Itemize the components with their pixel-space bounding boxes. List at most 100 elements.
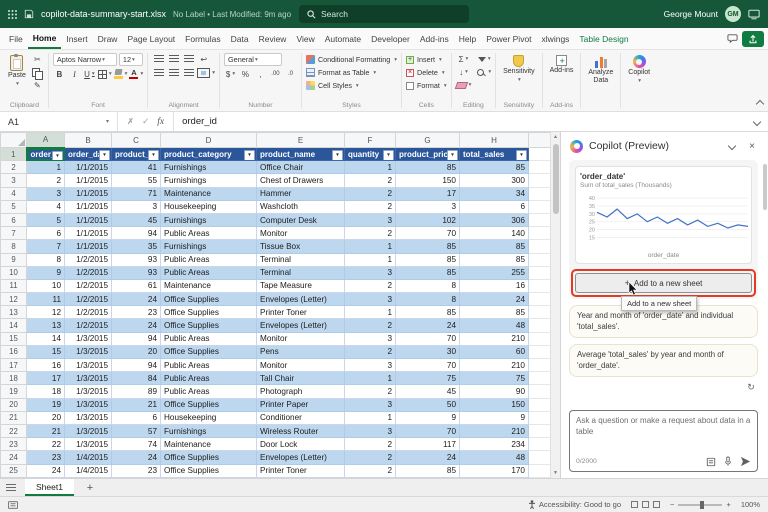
cell[interactable]: 75 bbox=[396, 372, 460, 385]
cell[interactable]: Monitor bbox=[257, 227, 345, 240]
cell[interactable]: 4 bbox=[27, 200, 65, 213]
cell[interactable]: 170 bbox=[460, 464, 529, 477]
sheet-tab-sheet1[interactable]: Sheet1 bbox=[25, 479, 74, 496]
cell[interactable]: 13 bbox=[27, 319, 65, 332]
cell[interactable]: 45 bbox=[112, 213, 161, 226]
row-header-12[interactable]: 12 bbox=[1, 293, 27, 306]
cell[interactable]: Housekeeping bbox=[161, 200, 257, 213]
font-name-combo[interactable]: Aptos Narrow bbox=[53, 53, 117, 66]
cell[interactable]: 3 bbox=[345, 293, 396, 306]
app-launcher-icon[interactable] bbox=[8, 10, 17, 19]
row-header-5[interactable]: 5 bbox=[1, 200, 27, 213]
cell[interactable]: 85 bbox=[396, 464, 460, 477]
cell[interactable]: Housekeeping bbox=[161, 411, 257, 424]
cell[interactable]: 1/3/2015 bbox=[65, 385, 112, 398]
sheet-grid[interactable]: ABCDEFGH1order_id▾order_date▾product_id▾… bbox=[0, 132, 551, 478]
align-bottom-button[interactable] bbox=[182, 53, 195, 65]
cell[interactable]: 2 bbox=[27, 174, 65, 187]
filter-dropdown-icon[interactable]: ▾ bbox=[383, 150, 394, 161]
cell[interactable]: 55 bbox=[112, 174, 161, 187]
cell[interactable]: Public Areas bbox=[161, 385, 257, 398]
cell[interactable]: Photograph bbox=[257, 385, 345, 398]
cell[interactable]: 24 bbox=[396, 319, 460, 332]
tab-developer[interactable]: Developer bbox=[366, 28, 415, 49]
cell[interactable]: Washcloth bbox=[257, 200, 345, 213]
cell[interactable]: Computer Desk bbox=[257, 213, 345, 226]
fill-color-button[interactable] bbox=[114, 68, 128, 80]
tab-power-pivot[interactable]: Power Pivot bbox=[481, 28, 536, 49]
tab-add-ins[interactable]: Add-ins bbox=[415, 28, 454, 49]
cell[interactable]: 93 bbox=[112, 253, 161, 266]
cell[interactable]: Conditioner bbox=[257, 411, 345, 424]
cell[interactable]: 1/3/2015 bbox=[65, 398, 112, 411]
cell[interactable]: Public Areas bbox=[161, 372, 257, 385]
cell[interactable]: 21 bbox=[112, 398, 161, 411]
normal-view-icon[interactable] bbox=[631, 501, 638, 508]
cell[interactable]: 1/3/2015 bbox=[65, 424, 112, 437]
cell[interactable]: 1/3/2015 bbox=[65, 332, 112, 345]
cell[interactable]: 5 bbox=[27, 213, 65, 226]
cell[interactable]: Terminal bbox=[257, 266, 345, 279]
cell[interactable]: 1/1/2015 bbox=[65, 161, 112, 174]
cell[interactable]: Furnishings bbox=[161, 424, 257, 437]
cell[interactable]: 22 bbox=[27, 438, 65, 451]
tab-help[interactable]: Help bbox=[454, 28, 481, 49]
cell[interactable]: Printer Toner bbox=[257, 464, 345, 477]
cell[interactable]: 8 bbox=[396, 293, 460, 306]
italic-button[interactable]: I bbox=[68, 68, 81, 80]
column-header-G[interactable]: G bbox=[396, 133, 460, 148]
cell[interactable]: 6 bbox=[460, 200, 529, 213]
cell[interactable]: 210 bbox=[460, 424, 529, 437]
cell[interactable]: 1/3/2015 bbox=[65, 438, 112, 451]
cell[interactable]: 6 bbox=[27, 227, 65, 240]
cell[interactable]: 14 bbox=[27, 332, 65, 345]
cell[interactable]: 3 bbox=[345, 266, 396, 279]
cell[interactable]: 16 bbox=[460, 279, 529, 292]
copilot-button[interactable]: Copilot bbox=[625, 53, 653, 86]
cell[interactable]: 3 bbox=[345, 213, 396, 226]
cell[interactable]: 1/1/2015 bbox=[65, 187, 112, 200]
tab-view[interactable]: View bbox=[291, 28, 319, 49]
header-cell-product_id[interactable]: product_id▾ bbox=[112, 148, 161, 161]
filter-dropdown-icon[interactable]: ▾ bbox=[332, 150, 343, 161]
accessibility-status[interactable]: Accessibility: Good to go bbox=[528, 500, 621, 509]
row-header-8[interactable]: 8 bbox=[1, 240, 27, 253]
filter-dropdown-icon[interactable]: ▾ bbox=[516, 150, 527, 161]
percent-button[interactable]: % bbox=[239, 68, 252, 80]
tab-automate[interactable]: Automate bbox=[320, 28, 366, 49]
cell[interactable]: 3 bbox=[345, 424, 396, 437]
cell[interactable]: 24 bbox=[112, 319, 161, 332]
cell[interactable]: Office Supplies bbox=[161, 345, 257, 358]
cell[interactable]: 6 bbox=[112, 411, 161, 424]
tab-data[interactable]: Data bbox=[226, 28, 254, 49]
wrap-text-button[interactable]: ↩ bbox=[197, 53, 210, 65]
prompt-guide-icon[interactable] bbox=[706, 457, 716, 467]
cell[interactable]: 1/3/2015 bbox=[65, 345, 112, 358]
cell[interactable]: 1/4/2015 bbox=[65, 464, 112, 477]
cell[interactable]: 85 bbox=[396, 266, 460, 279]
cell[interactable]: 3 bbox=[345, 359, 396, 372]
formula-bar-expand-icon[interactable] bbox=[746, 119, 768, 125]
merge-center-button[interactable] bbox=[197, 67, 215, 79]
column-header-D[interactable]: D bbox=[161, 133, 257, 148]
cell[interactable]: 24 bbox=[112, 451, 161, 464]
row-header-2[interactable]: 2 bbox=[1, 161, 27, 174]
format-cells-button[interactable]: Format bbox=[406, 79, 447, 92]
font-color-button[interactable]: A bbox=[129, 68, 143, 80]
cell[interactable]: 3 bbox=[345, 398, 396, 411]
row-header-4[interactable]: 4 bbox=[1, 187, 27, 200]
document-meta[interactable]: No Label • Last Modified: 9m ago bbox=[173, 10, 291, 19]
cut-button[interactable]: ✂ bbox=[31, 53, 44, 65]
row-header-1[interactable]: 1 bbox=[1, 148, 27, 161]
find-select-button[interactable] bbox=[477, 66, 491, 78]
cell[interactable]: Monitor bbox=[257, 359, 345, 372]
cell[interactable]: 57 bbox=[112, 424, 161, 437]
page-layout-view-icon[interactable] bbox=[642, 501, 649, 508]
cell[interactable]: 35 bbox=[112, 240, 161, 253]
cell[interactable]: Chest of Drawers bbox=[257, 174, 345, 187]
cell[interactable]: 8 bbox=[396, 279, 460, 292]
column-header-F[interactable]: F bbox=[345, 133, 396, 148]
cell[interactable]: 75 bbox=[460, 372, 529, 385]
cell[interactable]: 70 bbox=[396, 227, 460, 240]
cell[interactable]: 255 bbox=[460, 266, 529, 279]
